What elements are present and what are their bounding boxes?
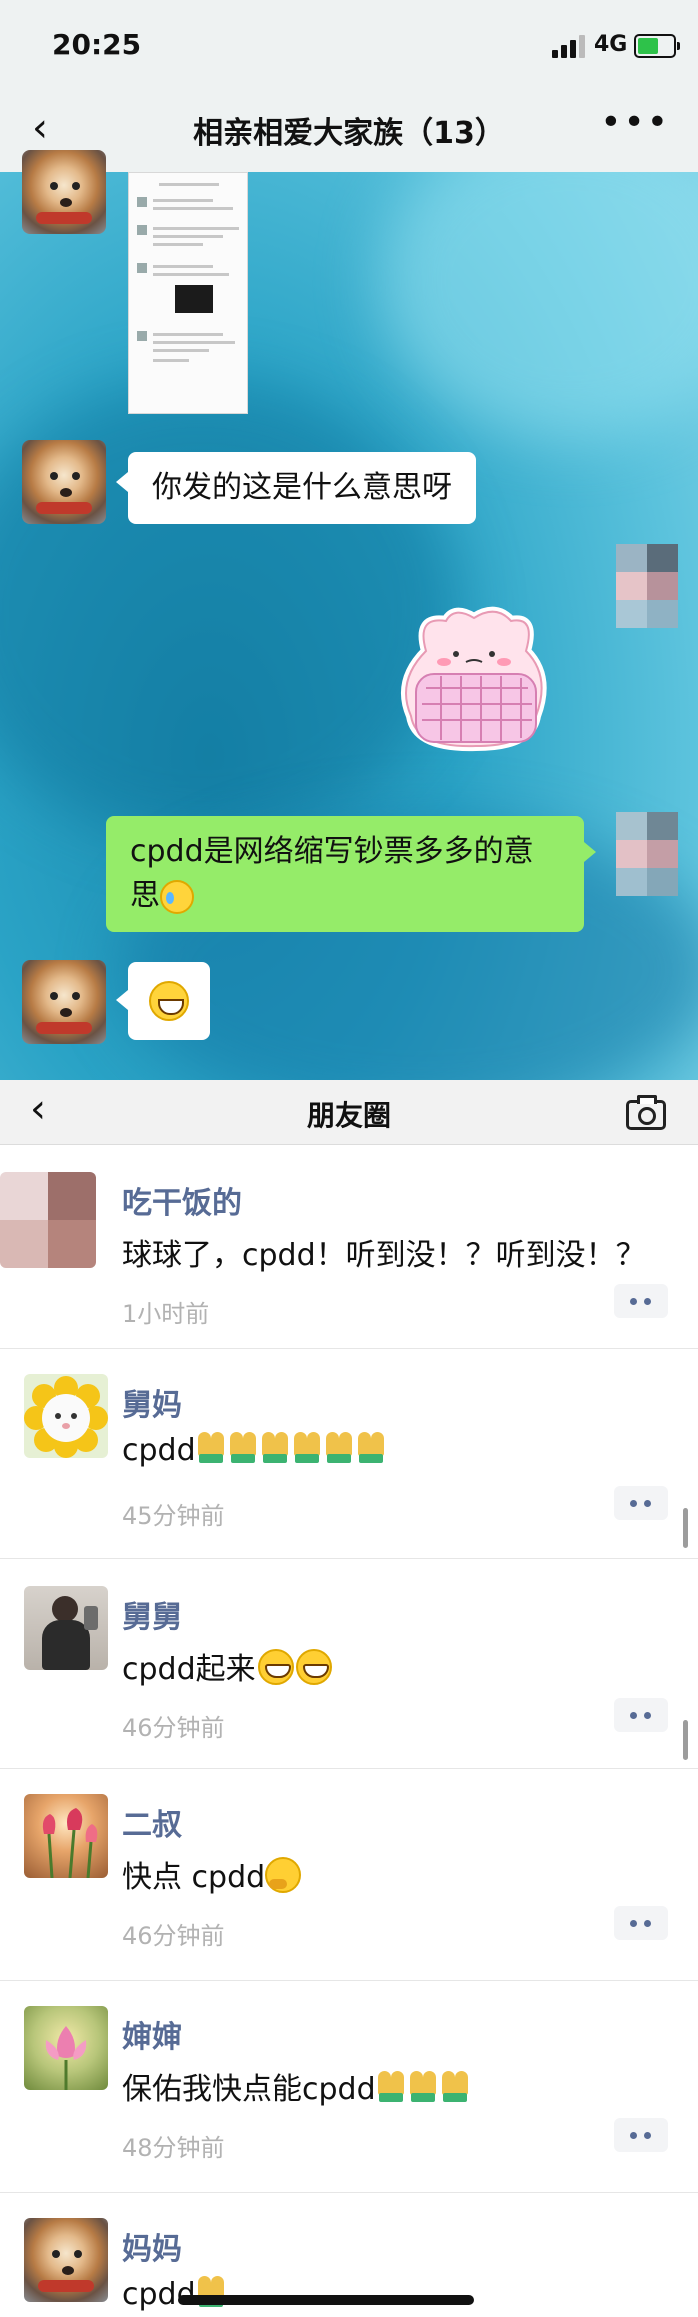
comment-like-button[interactable] [614,1906,668,1940]
grinning-emoji-icon [149,981,189,1021]
praying-hands-emoji-icon [376,2071,472,2107]
poster-name[interactable]: 吃干饭的 [122,1178,242,1222]
sender-avatar[interactable] [22,440,106,524]
poster-name[interactable]: 妈妈 [122,2224,182,2268]
poster-name[interactable]: 舅妈 [122,1380,182,1424]
tulips-avatar-icon [42,1808,98,1878]
chat-title: 相亲相爱大家族（13） [193,116,505,151]
avatar[interactable] [24,1374,108,1458]
message-text-line: 思 [130,878,160,913]
divider [0,2192,698,2193]
status-bar: 20:25 4G [0,0,698,88]
post-time: 46分钟前 [122,1922,225,1950]
message-text-line: cpdd是网络缩写钞票多多的意 [130,834,534,869]
camera-icon[interactable] [626,1095,666,1130]
shared-screenshot-image[interactable] [128,172,248,414]
pixelated-avatar[interactable] [0,1172,96,1268]
post-content: cpdd起来 [122,1652,256,1687]
poster-name[interactable]: 婶婶 [122,2012,182,2056]
tears-emoji-icon [160,879,194,914]
message-bubble[interactable]: 你发的这是什么意思呀 [128,452,476,524]
grin-emoji-icon [257,1649,294,1685]
lotus-avatar-icon [45,2026,87,2090]
praying-hands-emoji-icon [196,1432,388,1468]
scrollbar-thumb[interactable] [683,1720,688,1760]
poster-name[interactable]: 二叔 [122,1800,182,1844]
divider [0,1558,698,1559]
more-options-button[interactable]: ••• [600,102,670,143]
message-bubble[interactable]: cpdd是网络缩写钞票多多的意 思 [106,816,584,932]
divider [0,1768,698,1769]
battery-icon [634,34,680,58]
post-time: 45分钟前 [122,1502,225,1530]
divider [0,1348,698,1349]
post-time: 46分钟前 [122,1714,225,1742]
post-time: 48分钟前 [122,2134,225,2162]
scrollbar-thumb[interactable] [683,1508,688,1548]
home-indicator[interactable] [178,2295,474,2305]
divider [0,1980,698,1981]
moments-screen: ‹ 朋友圈 吃干饭的 球球了，cpdd！听到没！？听到没！？ 1小时前 舅妈 c… [0,1080,698,2317]
pixelated-avatar[interactable] [616,812,678,896]
chat-screen: 20:25 4G ‹ 相亲相爱大家族（13） ••• 你发的这是什么意思呀 cp… [0,0,698,1080]
sender-avatar[interactable] [22,960,106,1044]
moments-header: ‹ 朋友圈 [0,1080,698,1145]
comment-like-button[interactable] [614,1284,668,1318]
avatar[interactable] [24,2006,108,2090]
avatar[interactable] [24,1586,108,1670]
poster-name[interactable]: 舅舅 [122,1592,182,1636]
moments-title: 朋友圈 [306,1099,391,1132]
grin-emoji-icon [295,1649,332,1685]
emoji-message-bubble[interactable] [128,962,210,1040]
post-content: 球球了，cpdd！听到没！？听到没！？ [122,1238,646,1273]
post-content: 保佑我快点能cpdd [122,2072,376,2107]
sunflower-cat-avatar-icon [24,1376,108,1458]
avatar[interactable] [24,2218,108,2302]
comment-like-button[interactable] [614,2118,668,2152]
post-content: 快点 cpdd [122,1860,266,1895]
signal-icon [552,34,586,58]
pixelated-avatar[interactable] [616,544,678,628]
sender-avatar[interactable] [22,150,106,234]
comment-like-button[interactable] [614,1698,668,1732]
network-type: 4G [594,32,628,57]
post-time: 1小时前 [122,1300,210,1328]
comment-like-button[interactable] [614,1486,668,1520]
thinking-emoji-icon [265,1857,302,1893]
status-time: 20:25 [52,28,142,61]
pink-bear-sticker[interactable] [386,596,564,756]
avatar[interactable] [24,1794,108,1878]
post-content: cpdd [122,1433,196,1468]
